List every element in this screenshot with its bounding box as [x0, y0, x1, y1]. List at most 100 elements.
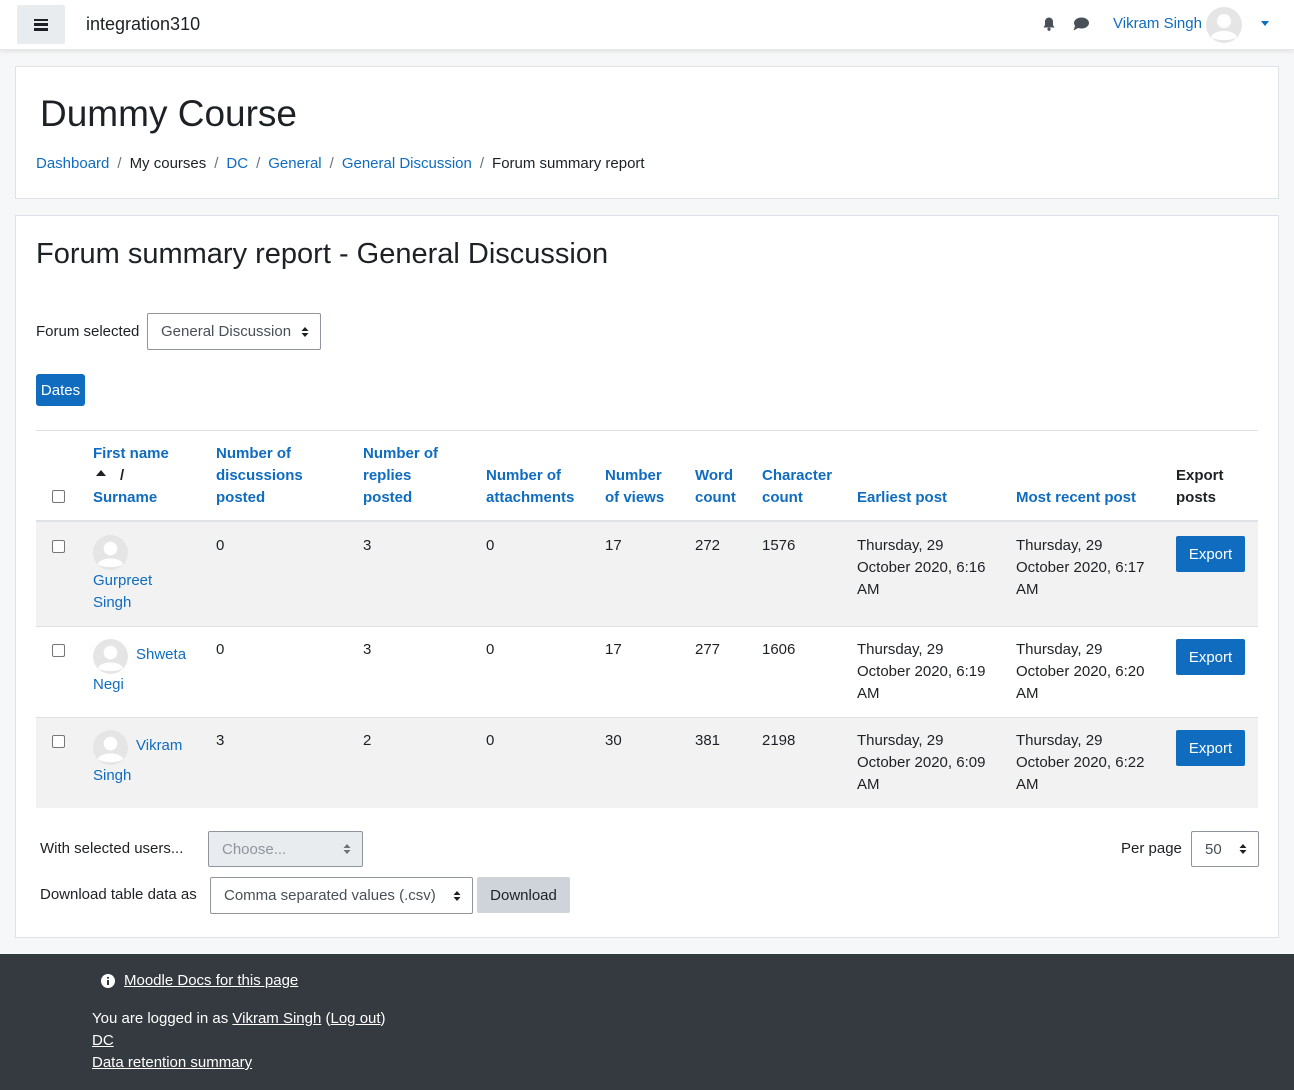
user-name-link[interactable]: Shweta	[136, 644, 186, 666]
table-header: First name / Surname Number of discussio…	[36, 430, 1258, 522]
user-avatar[interactable]	[1206, 7, 1242, 43]
header-attachments[interactable]: Number of attachments	[486, 465, 574, 509]
logged-in-info: You are logged in as Vikram Singh (Log o…	[92, 1010, 386, 1027]
moodle-docs-link[interactable]: Moodle Docs for this page	[124, 972, 298, 989]
export-button[interactable]: Export	[1176, 730, 1245, 766]
forum-select[interactable]: General Discussion	[147, 313, 321, 350]
header-earliest-post[interactable]: Earliest post	[857, 487, 947, 509]
user-name-link[interactable]: Singh	[93, 765, 131, 787]
per-page-value: 50	[1205, 840, 1222, 858]
breadcrumb-separator: /	[329, 155, 334, 172]
forum-selected-label: Forum selected	[36, 323, 140, 340]
breadcrumb-separator: /	[256, 155, 261, 172]
download-format-select[interactable]: Comma separated values (.csv)	[210, 877, 473, 914]
forum-summary-table: First name / Surname Number of discussio…	[36, 430, 1258, 808]
recent-post-date: Thursday, 29 October 2020, 6:17 AM	[1016, 537, 1145, 598]
bulk-action-select[interactable]: Choose...	[208, 831, 363, 867]
download-format-value: Comma separated values (.csv)	[224, 887, 436, 904]
header-replies[interactable]: Number of replies posted	[363, 443, 438, 509]
user-name-link[interactable]: Singh	[93, 592, 131, 614]
recent-post-date: Thursday, 29 October 2020, 6:22 AM	[1016, 732, 1145, 793]
table-row: Shweta Negi 0 3 0 17 277 1606 Thursday, …	[36, 627, 1258, 718]
user-avatar[interactable]	[93, 639, 128, 674]
site-name[interactable]: integration310	[86, 14, 200, 35]
attachments-count: 0	[486, 641, 495, 658]
breadcrumb-current: Forum summary report	[492, 155, 645, 172]
character-count: 2198	[762, 732, 796, 749]
word-count: 381	[695, 732, 721, 749]
header-views-line: of views	[605, 489, 665, 506]
logout-close-paren: )	[380, 1010, 386, 1027]
table-row: Gurpreet Singh 0 3 0 17 272 1576 Thursda…	[36, 522, 1258, 627]
data-retention-link[interactable]: Data retention summary	[92, 1054, 252, 1071]
header-most-recent-post[interactable]: Most recent post	[1016, 487, 1136, 509]
table-row: Vikram Singh 3 2 0 30 381 2198 Thursday,…	[36, 718, 1258, 808]
header-first-name[interactable]: First name / Surname	[93, 443, 169, 509]
user-avatar[interactable]	[93, 730, 128, 765]
header-character-count[interactable]: Character count	[762, 465, 832, 509]
breadcrumb-general-discussion[interactable]: General Discussion	[342, 155, 472, 172]
menu-icon	[34, 18, 48, 31]
logout-link[interactable]: Log out	[331, 1010, 381, 1027]
report-title: Forum summary report - General Discussio…	[36, 238, 609, 270]
course-home-link[interactable]: DC	[92, 1032, 114, 1049]
header-chars-line: count	[762, 489, 803, 506]
header-surname-label[interactable]: Surname	[93, 487, 169, 509]
earliest-post-date: Thursday, 29 October 2020, 6:09 AM	[857, 732, 986, 793]
word-count: 277	[695, 641, 721, 658]
row-checkbox[interactable]	[52, 540, 65, 553]
replies-count: 2	[363, 732, 372, 749]
breadcrumb-general[interactable]: General	[268, 155, 321, 172]
export-button[interactable]: Export	[1176, 639, 1245, 675]
views-count: 30	[605, 732, 622, 749]
header-export-posts: Export posts	[1176, 465, 1224, 509]
header-export-line: Export	[1176, 467, 1224, 484]
per-page-label: Per page	[1121, 840, 1182, 857]
dates-button[interactable]: Dates	[36, 374, 85, 406]
views-count: 17	[605, 537, 622, 554]
user-avatar[interactable]	[93, 535, 128, 570]
header-discussions[interactable]: Number of discussions posted	[216, 443, 303, 509]
header-replies-line: posted	[363, 489, 413, 506]
discussions-count: 0	[216, 537, 225, 554]
bell-icon[interactable]	[1041, 16, 1057, 32]
per-page-select[interactable]: 50	[1191, 831, 1259, 867]
user-menu-name[interactable]: Vikram Singh	[1113, 15, 1202, 32]
logout-open-paren: (	[321, 1010, 331, 1027]
discussions-count: 3	[216, 732, 225, 749]
header-first-name-label[interactable]: First name	[93, 443, 169, 465]
earliest-post-date: Thursday, 29 October 2020, 6:19 AM	[857, 641, 986, 702]
download-button[interactable]: Download	[477, 877, 570, 913]
header-words-line: Word	[695, 467, 734, 484]
header-views[interactable]: Number of views	[605, 465, 664, 509]
header-chars-line: Character	[762, 467, 833, 484]
header-export-line: posts	[1176, 489, 1217, 506]
header-word-count[interactable]: Word count	[695, 465, 736, 509]
export-button[interactable]: Export	[1176, 536, 1245, 572]
logged-in-user-link[interactable]: Vikram Singh	[232, 1010, 321, 1027]
caret-down-icon[interactable]	[1261, 21, 1269, 26]
header-sort-separator: /	[120, 467, 125, 484]
header-attachments-line: Number of	[486, 467, 561, 484]
select-all-checkbox[interactable]	[52, 490, 65, 503]
user-name-link[interactable]: Negi	[93, 674, 124, 696]
row-checkbox[interactable]	[52, 735, 65, 748]
breadcrumb: Dashboard / My courses / DC / General / …	[36, 155, 645, 172]
breadcrumb-dashboard[interactable]: Dashboard	[36, 155, 109, 172]
main-content: Forum summary report - General Discussio…	[15, 215, 1279, 938]
header-replies-line: replies	[363, 467, 412, 484]
breadcrumb-my-courses: My courses	[129, 155, 207, 172]
breadcrumb-separator: /	[117, 155, 122, 172]
character-count: 1606	[762, 641, 796, 658]
breadcrumb-dc[interactable]: DC	[226, 155, 248, 172]
row-checkbox[interactable]	[52, 644, 65, 657]
header-discussions-line: posted	[216, 489, 266, 506]
download-label: Download table data as	[40, 886, 197, 903]
menu-toggle-button[interactable]	[17, 5, 65, 44]
chat-icon[interactable]	[1072, 16, 1090, 32]
header-replies-line: Number of	[363, 445, 438, 462]
user-name-link[interactable]: Gurpreet	[93, 570, 152, 592]
user-name-link[interactable]: Vikram	[136, 735, 182, 757]
with-selected-label: With selected users...	[40, 840, 184, 857]
sort-ascending-icon	[96, 470, 106, 476]
